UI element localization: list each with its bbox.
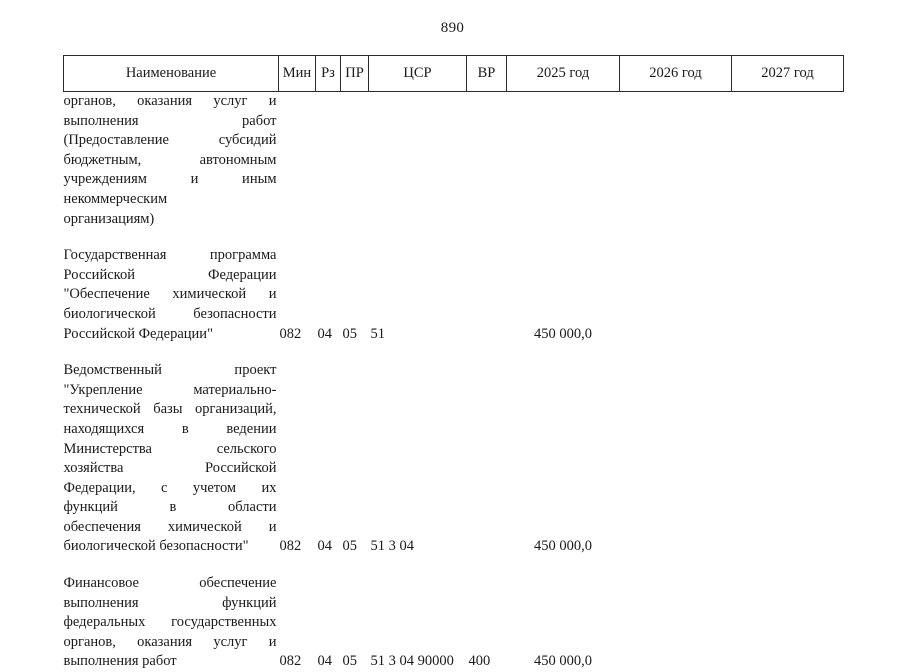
row-name-cell: Ведомственный проект"Укрепление материал… xyxy=(64,344,279,557)
table-header-row: Наименование Мин Рз ПР ЦСР ВР 2025 год 2… xyxy=(64,56,844,92)
row-amount-2026-cell xyxy=(620,557,732,672)
row-name-line: обеспечения химической и xyxy=(64,518,277,538)
row-rz-cell: 04 xyxy=(316,229,341,344)
row-name-cell: Финансовое обеспечениевыполнения функций… xyxy=(64,557,279,672)
row-name-line: Министерства сельского xyxy=(64,440,277,460)
row-name-line: Российской Федерации" xyxy=(64,325,277,345)
row-name-line: находящихся в ведении xyxy=(64,420,277,440)
row-name-line: органов, оказания услуг и xyxy=(64,633,277,653)
row-pr-cell: 05 xyxy=(341,557,369,672)
column-header-min: Мин xyxy=(279,56,316,92)
row-name-line: хозяйства Российской xyxy=(64,459,277,479)
row-name-line: выполнения функций xyxy=(64,594,277,614)
row-amount-2027-cell xyxy=(732,344,844,557)
row-min-cell: 082 xyxy=(279,344,316,557)
row-vr-cell xyxy=(467,92,507,230)
row-name-line: учреждениям и иным xyxy=(64,170,277,190)
row-amount-2027-cell xyxy=(732,557,844,672)
row-pr-cell: 05 xyxy=(341,344,369,557)
row-amount-2027-cell xyxy=(732,229,844,344)
row-pr-cell: 05 xyxy=(341,229,369,344)
row-rz-cell: 04 xyxy=(316,344,341,557)
row-name-line: организациям) xyxy=(64,210,277,230)
row-amount-2025-cell: 450 000,0 xyxy=(507,557,620,672)
row-name-line: технической базы организаций, xyxy=(64,400,277,420)
row-name-line: "Укрепление материально- xyxy=(64,381,277,401)
budget-table: Наименование Мин Рз ПР ЦСР ВР 2025 год 2… xyxy=(63,55,844,672)
row-min-cell: 082 xyxy=(279,229,316,344)
row-name-line: функций в области xyxy=(64,498,277,518)
row-csr-cell xyxy=(369,92,467,230)
budget-table-container: Наименование Мин Рз ПР ЦСР ВР 2025 год 2… xyxy=(63,55,843,672)
row-amount-2025-cell xyxy=(507,92,620,230)
row-rz-cell: 04 xyxy=(316,557,341,672)
row-amount-2026-cell xyxy=(620,344,732,557)
row-name-line: органов, оказания услуг и xyxy=(64,92,277,112)
row-name-line: Российской Федерации xyxy=(64,266,277,286)
row-amount-2027-cell xyxy=(732,92,844,230)
document-page: 890 Наименование Мин Рз ПР ЦСР ВР 2025 г… xyxy=(0,0,905,640)
row-amount-2025-cell: 450 000,0 xyxy=(507,344,620,557)
column-header-csr: ЦСР xyxy=(369,56,467,92)
row-csr-cell: 51 xyxy=(369,229,467,344)
row-min-cell: 082 xyxy=(279,557,316,672)
page-number: 890 xyxy=(0,20,905,37)
row-name-line: биологической безопасности" xyxy=(64,537,277,557)
row-csr-cell: 51 3 04 90000 xyxy=(369,557,467,672)
row-name-cell: Государственная программаРоссийской Феде… xyxy=(64,229,279,344)
column-header-vr: ВР xyxy=(467,56,507,92)
row-min-cell xyxy=(279,92,316,230)
column-header-name: Наименование xyxy=(64,56,279,92)
row-name-line: (Предоставление субсидий xyxy=(64,131,277,151)
row-name-line: бюджетным, автономным xyxy=(64,151,277,171)
table-row: Ведомственный проект"Укрепление материал… xyxy=(64,344,844,557)
row-name-line: "Обеспечение химической и xyxy=(64,285,277,305)
row-amount-2026-cell xyxy=(620,229,732,344)
column-header-year-2026: 2026 год xyxy=(620,56,732,92)
row-rz-cell xyxy=(316,92,341,230)
row-name-line: Государственная программа xyxy=(64,246,277,266)
row-csr-cell: 51 3 04 xyxy=(369,344,467,557)
table-row: Государственная программаРоссийской Феде… xyxy=(64,229,844,344)
row-vr-cell: 400 xyxy=(467,557,507,672)
row-amount-2026-cell xyxy=(620,92,732,230)
column-header-year-2025: 2025 год xyxy=(507,56,620,92)
row-name-line: Федерации, с учетом их xyxy=(64,479,277,499)
row-amount-2025-cell: 450 000,0 xyxy=(507,229,620,344)
row-vr-cell xyxy=(467,344,507,557)
column-header-year-2027: 2027 год xyxy=(732,56,844,92)
row-name-line: выполнения работ xyxy=(64,652,277,672)
row-name-line: федеральных государственных xyxy=(64,613,277,633)
table-body: органов, оказания услуг ивыполнения рабо… xyxy=(64,92,844,672)
row-name-line: выполнения работ xyxy=(64,112,277,132)
table-header: Наименование Мин Рз ПР ЦСР ВР 2025 год 2… xyxy=(64,56,844,92)
row-vr-cell xyxy=(467,229,507,344)
table-row: органов, оказания услуг ивыполнения рабо… xyxy=(64,92,844,230)
row-name-line: некоммерческим xyxy=(64,190,277,210)
row-name-line: биологической безопасности xyxy=(64,305,277,325)
table-row: Финансовое обеспечениевыполнения функций… xyxy=(64,557,844,672)
row-pr-cell xyxy=(341,92,369,230)
row-name-line: Ведомственный проект xyxy=(64,361,277,381)
row-name-line: Финансовое обеспечение xyxy=(64,574,277,594)
column-header-rz: Рз xyxy=(316,56,341,92)
column-header-pr: ПР xyxy=(341,56,369,92)
row-name-cell: органов, оказания услуг ивыполнения рабо… xyxy=(64,92,279,230)
